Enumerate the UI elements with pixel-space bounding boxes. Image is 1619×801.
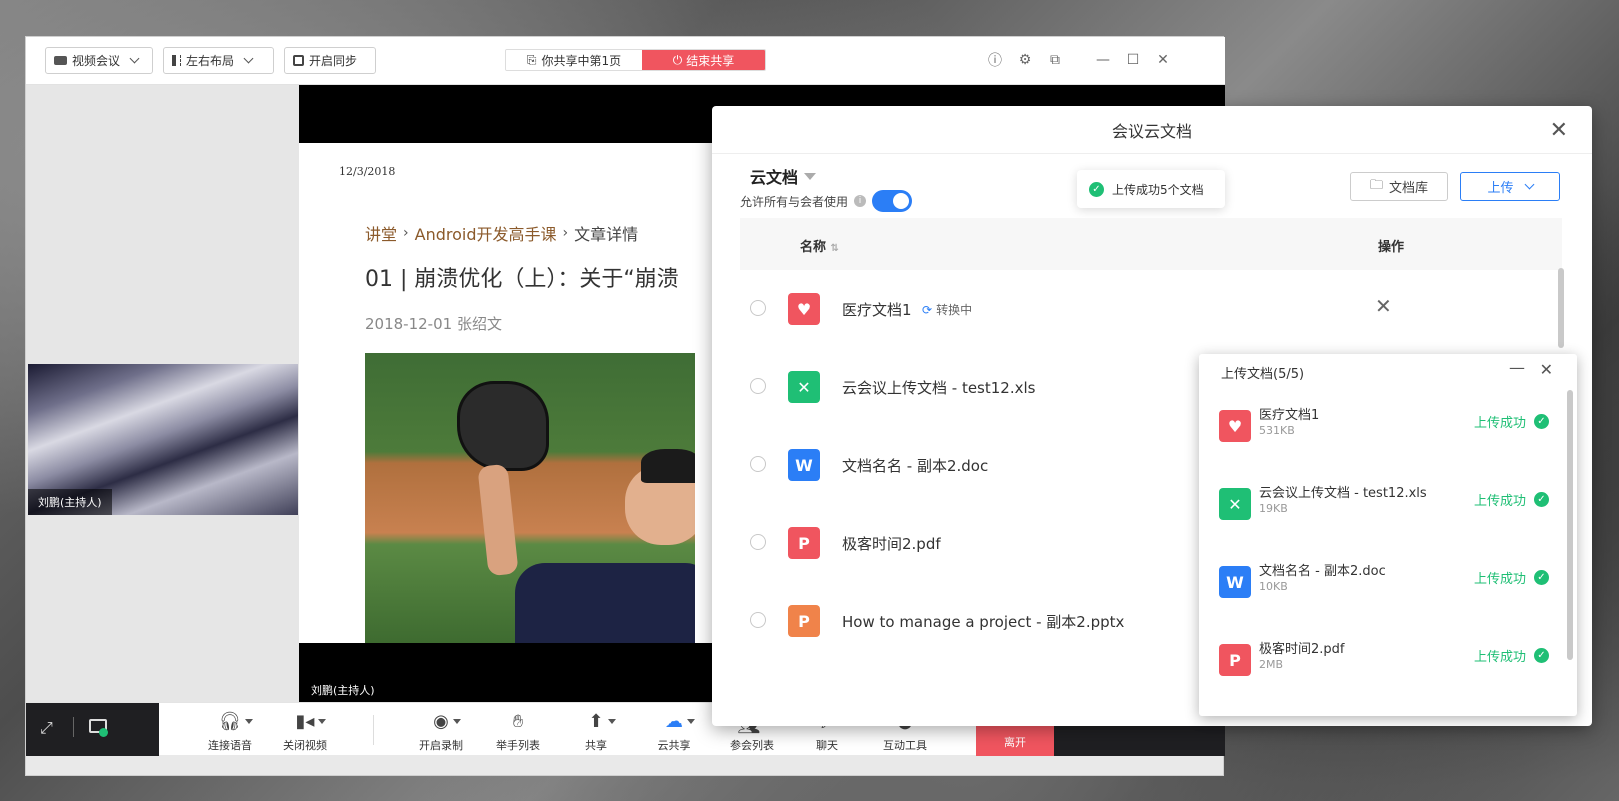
chevron-down-icon: [243, 53, 254, 64]
upload-item: ♥ 医疗文档1 531KB 上传成功 ✓: [1219, 398, 1549, 458]
maximize-icon[interactable]: ☐: [1124, 51, 1142, 69]
sync-icon: [293, 55, 304, 66]
chevron-right-icon: ›: [562, 225, 569, 241]
pdf-file-icon: P: [1219, 644, 1251, 676]
check-circle-icon: ✓: [1534, 648, 1549, 663]
document-date: 12/3/2018: [339, 165, 396, 178]
filter-icon[interactable]: [804, 172, 817, 180]
article-title: 01 | 崩溃优化（上）：关于“崩溃: [365, 267, 679, 292]
xls-file-icon: ✕: [1219, 488, 1251, 520]
scrollbar[interactable]: [1567, 390, 1573, 660]
cloud-share-icon: ☁: [665, 711, 695, 733]
end-share-button[interactable]: ⏻ 结束共享: [642, 50, 765, 70]
table-header: 名称 ⇅ 操作: [740, 218, 1562, 270]
converting-status: ⟳ 转换中: [922, 302, 973, 318]
upload-item: W 文档名名 - 副本2.doc 10KB 上传成功 ✓: [1219, 554, 1549, 614]
upload-item: ✕ 云会议上传文档 - test12.xls 19KB 上传成功 ✓: [1219, 476, 1549, 536]
chevron-right-icon: ›: [403, 225, 409, 241]
camera-icon: ▮◂: [296, 711, 327, 733]
upload-panel-title: 上传文档(5/5): [1221, 367, 1305, 382]
document-library-button[interactable]: 🗀︎ 文档库: [1350, 172, 1448, 201]
popout-icon[interactable]: ⧉: [1046, 51, 1064, 69]
doc-file-icon: W: [1219, 566, 1251, 598]
scrollbar[interactable]: [1558, 268, 1564, 348]
close-icon[interactable]: ✕: [1550, 118, 1568, 143]
row-radio[interactable]: [750, 456, 766, 472]
share-status-group: ⎘ 你共享中第1页 ⏻ 结束共享: [505, 49, 766, 71]
upload-state: 上传成功 ✓: [1474, 646, 1549, 665]
column-operations: 操作: [1378, 240, 1405, 255]
row-radio[interactable]: [750, 300, 766, 316]
close-icon[interactable]: ✕: [1154, 51, 1172, 69]
pdf-file-icon: P: [788, 527, 820, 559]
check-circle-icon: ✓: [1534, 570, 1549, 585]
gear-icon[interactable]: ⚙: [1016, 51, 1034, 69]
minimize-icon[interactable]: —: [1094, 51, 1112, 69]
article-photo: [365, 353, 695, 643]
chevron-down-icon: [129, 53, 140, 64]
sort-icon: ⇅: [830, 243, 839, 254]
video-meeting-dropdown[interactable]: 视频会议: [45, 47, 153, 74]
video-panel: 刘鹏(主持人): [26, 85, 299, 702]
raise-hand-button[interactable]: ✋︎ 举手列表: [481, 707, 555, 753]
close-icon[interactable]: ✕: [1540, 360, 1553, 379]
upload-state: 上传成功 ✓: [1474, 568, 1549, 587]
sync-button[interactable]: 开启同步: [284, 47, 376, 74]
headphone-icon: 🎧︎: [219, 711, 254, 733]
upload-state: 上传成功 ✓: [1474, 490, 1549, 509]
upload-success-toast: ✓ 上传成功5个文档: [1077, 170, 1225, 208]
video-tile[interactable]: 刘鹏(主持人): [28, 364, 298, 515]
check-circle-icon: ✓: [1534, 414, 1549, 429]
doc-file-icon: W: [788, 449, 820, 481]
participant-name: 刘鹏(主持人): [28, 489, 112, 515]
delete-icon[interactable]: ✕: [1375, 294, 1392, 318]
share-status: ⎘ 你共享中第1页: [506, 50, 642, 70]
dialog-title: 会议云文档: [712, 106, 1592, 154]
row-radio[interactable]: [750, 378, 766, 394]
record-icon: ◉: [433, 711, 461, 733]
upload-state: 上传成功 ✓: [1474, 412, 1549, 431]
refresh-icon: ⟳: [922, 302, 933, 317]
article-meta: 2018-12-01 张绍文: [365, 315, 502, 333]
presenter-name: 刘鹏(主持人): [311, 684, 375, 697]
chevron-down-icon: [1524, 179, 1534, 190]
xls-file-icon: ✕: [788, 371, 820, 403]
allow-all-toggle[interactable]: [872, 190, 913, 212]
minimize-icon[interactable]: —: [1509, 358, 1525, 377]
upload-item: P 极客时间2.pdf 2MB 上传成功 ✓: [1219, 632, 1549, 692]
info-icon[interactable]: i: [854, 195, 867, 207]
power-icon: ⏻: [672, 52, 683, 67]
hand-icon: ✋︎: [512, 711, 524, 732]
folder-icon: 🗀︎: [1369, 177, 1383, 193]
top-bar: 视频会议 左右布局 开启同步 ⎘ 你共享中第1页 ⏻ 结束共享 ⓘ ⚙ ⧉ — ☐ …: [26, 37, 1225, 85]
record-button[interactable]: ◉ 开启录制: [404, 707, 478, 753]
check-circle-icon: ✓: [1534, 492, 1549, 507]
layout-dropdown[interactable]: 左右布局: [163, 47, 274, 74]
check-circle-icon: ✓: [1089, 181, 1104, 197]
camera-icon: [54, 56, 67, 65]
layout-icon: [172, 55, 181, 66]
table-row[interactable]: ♥ 医疗文档1 ⟳ 转换中 ✕: [740, 270, 1530, 348]
share-button[interactable]: ⬆ 共享: [559, 707, 633, 753]
allow-all-row: 允许所有与会者使用 i: [740, 190, 913, 212]
cloud-share-button[interactable]: ☁ 云共享: [637, 707, 711, 753]
upload-screen-icon: ⬆: [588, 711, 616, 733]
toolbar-left: ⤢: [26, 703, 159, 756]
info-icon[interactable]: ⓘ: [986, 51, 1004, 69]
column-name[interactable]: 名称 ⇅: [800, 236, 839, 255]
ppt-file-icon: P: [788, 605, 820, 637]
row-radio[interactable]: [750, 534, 766, 550]
upload-button[interactable]: 上传: [1460, 172, 1560, 201]
connect-audio-button[interactable]: 🎧︎ 连接语音: [193, 707, 267, 753]
fullscreen-icon[interactable]: ⤢: [40, 718, 53, 738]
upload-panel: 上传文档(5/5) — ✕ ♥ 医疗文档1 531KB 上传成功 ✓ ✕ 云会议上…: [1199, 354, 1577, 716]
health-file-icon: ♥: [788, 293, 820, 325]
section-title: 云文档: [750, 164, 817, 188]
stop-video-button[interactable]: ▮◂ 关闭视频: [268, 707, 342, 753]
breadcrumb: 讲堂 › Android开发高手课 › 文章详情: [365, 225, 639, 244]
share-icon: ⎘: [526, 52, 537, 67]
row-radio[interactable]: [750, 612, 766, 628]
health-file-icon: ♥: [1219, 410, 1251, 442]
